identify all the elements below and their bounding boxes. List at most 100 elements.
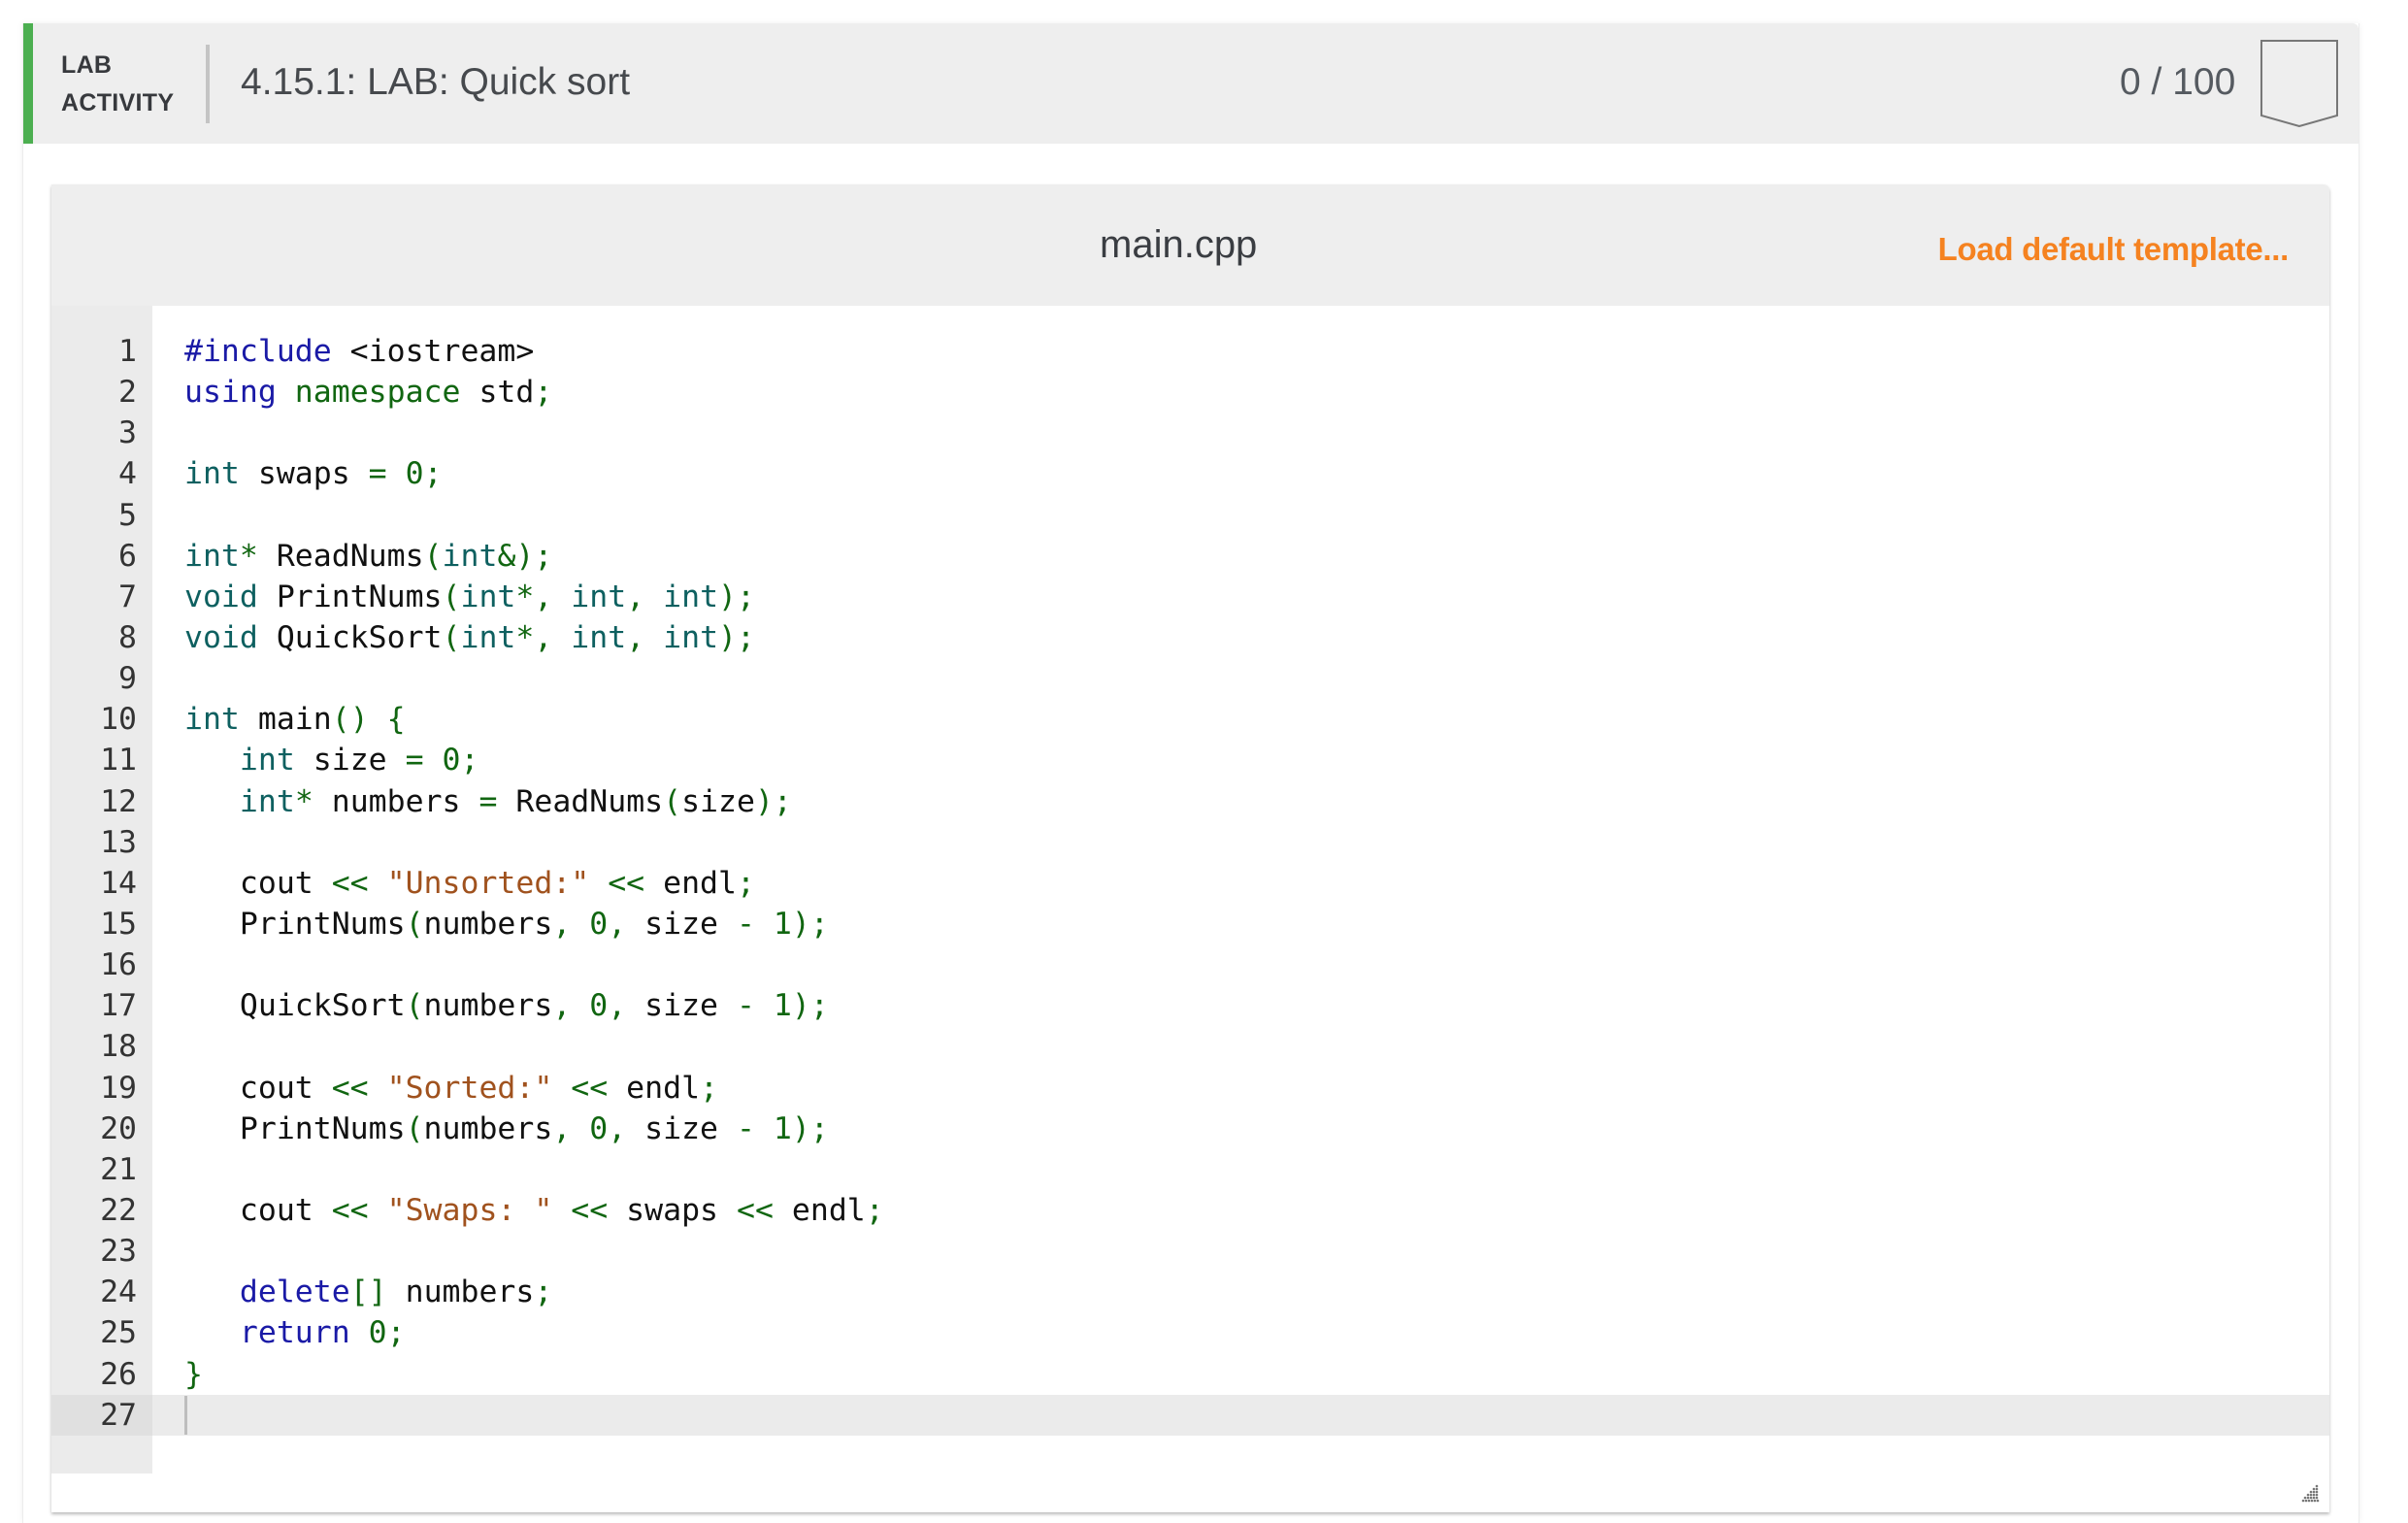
code-text-area[interactable]: 1 #include <iostream> 2 using namespace std… [51,331,2329,1436]
line-number: 25 [100,1315,137,1351]
code-line[interactable]: 21 [51,1149,2329,1190]
code-token-op: << [331,1192,369,1228]
code-line[interactable]: 11 int size = 0; [51,740,2329,780]
code-token-plain: std [460,375,535,411]
code-token-type: int [460,579,516,614]
file-name-tab[interactable]: main.cpp [1100,221,1257,268]
code-token-punc: ; [460,743,479,778]
code-line[interactable]: 16 [51,944,2329,985]
line-number: 7 [118,579,137,614]
code-line[interactable]: 10 int main() { [51,699,2329,740]
code-content: int* ReadNums(int&); [184,536,552,577]
code-token-plain: cout [184,1192,332,1228]
line-number: 21 [100,1151,137,1187]
code-token-kw: return [239,1315,350,1351]
line-number: 1 [118,334,137,369]
code-token-punc: ( [423,538,443,574]
header-divider [206,45,210,123]
code-token-plain: cout [184,865,332,901]
code-line[interactable]: 7 void PrintNums(int*, int, int); [51,577,2329,617]
code-token-op: & [497,538,516,574]
code-content: } [184,1354,203,1395]
code-token-punc: ); [515,538,553,574]
code-line[interactable]: 15 PrintNums(numbers, 0, size - 1); [51,904,2329,944]
code-line[interactable]: 1 #include <iostream> [51,331,2329,372]
code-line[interactable]: 20 PrintNums(numbers, 0, size - 1); [51,1109,2329,1149]
code-token-punc: , [626,579,645,614]
load-default-template-link[interactable]: Load default template... [1938,230,2290,269]
line-number: 13 [100,824,137,860]
code-content: PrintNums(numbers, 0, size - 1); [184,904,829,944]
score-badge-icon [2260,40,2338,127]
code-token-op: - [736,1110,755,1146]
code-token-punc: ( [442,619,461,655]
code-token-punc: ( [405,988,424,1024]
code-token-punc: , [534,579,553,614]
code-token-punc: ); [718,579,755,614]
code-content: PrintNums(numbers, 0, size - 1); [184,1109,829,1149]
code-token-plain: size [626,906,737,942]
code-token-op: - [736,906,755,942]
code-token-plain: cout [184,1070,332,1106]
code-token-punc: , [552,1110,572,1146]
line-number: 9 [118,661,137,697]
code-token-plain: PrintNums [184,1110,406,1146]
code-line[interactable]: 14 cout << "Unsorted:" << endl; [51,863,2329,904]
code-line[interactable]: 8 void QuickSort(int*, int, int); [51,617,2329,658]
code-line[interactable]: 9 [51,658,2329,699]
code-content: cout << "Unsorted:" << endl; [184,863,755,904]
code-token-type: int [184,456,240,492]
code-token-op: - [736,988,755,1024]
code-token-punc: ; [423,456,443,492]
code-line[interactable]: 13 [51,822,2329,863]
code-content: return 0; [184,1312,406,1353]
code-line[interactable]: 3 [51,413,2329,453]
code-token-op: = [368,456,387,492]
code-token-str: "Unsorted:" [386,865,590,901]
code-token-punc: , [608,988,627,1024]
score-readout: 0 / 100 [2120,61,2236,103]
code-content: int swaps = 0; [184,453,443,494]
line-number: 18 [100,1029,137,1065]
code-line[interactable]: 12 int* numbers = ReadNums(size); [51,781,2329,822]
code-token-punc: ; [534,1275,553,1310]
activity-type-line1: LAB [61,51,113,79]
line-number: 20 [100,1110,137,1146]
code-line[interactable]: 6 int* ReadNums(int&); [51,536,2329,577]
line-number: 19 [100,1070,137,1106]
resize-handle-icon[interactable] [2300,1483,2320,1503]
code-line[interactable]: 22 cout << "Swaps: " << swaps << endl; [51,1190,2329,1231]
lab-header: LAB ACTIVITY 4.15.1: LAB: Quick sort 0 /… [23,23,2359,144]
code-line[interactable]: 19 cout << "Sorted:" << endl; [51,1068,2329,1109]
code-line[interactable]: 18 [51,1026,2329,1067]
code-line[interactable]: 17 QuickSort(numbers, 0, size - 1); [51,985,2329,1026]
code-line[interactable]: 23 [51,1231,2329,1272]
code-line[interactable]: 5 [51,495,2329,536]
code-token-punc: ); [754,783,792,819]
code-token-type: int [239,743,295,778]
code-line[interactable]: 25 return 0; [51,1312,2329,1353]
code-line[interactable]: 26} [51,1354,2329,1395]
code-line[interactable]: 2 using namespace std; [51,372,2329,413]
code-token-type: int [460,619,516,655]
code-line[interactable]: 27 [51,1394,2329,1436]
code-token-plain: size [626,1110,737,1146]
code-line[interactable]: 4 int swaps = 0; [51,453,2329,494]
code-token-plain: ReadNums [257,538,424,574]
code-content: int* numbers = ReadNums(size); [184,781,792,822]
line-number: 12 [100,783,137,819]
code-token-op: << [571,1192,609,1228]
code-token-op: * [294,783,313,819]
line-number: 15 [100,906,137,942]
code-line[interactable]: 24 delete[] numbers; [51,1272,2329,1312]
code-token-num: 1 [773,988,792,1024]
